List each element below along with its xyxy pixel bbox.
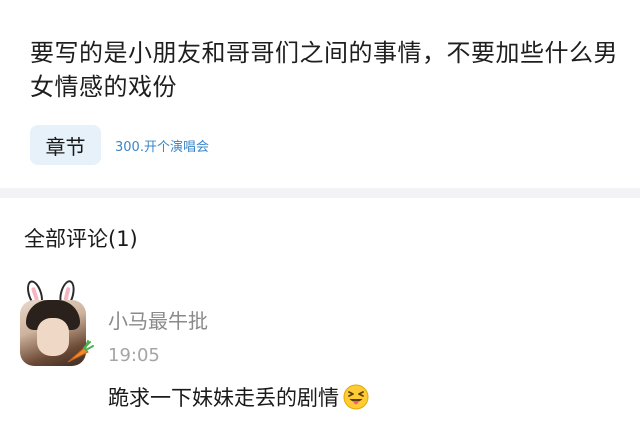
comment-item: 小马最牛批 19:05 跪求一下妹妹走丢的剧情: [0, 270, 640, 430]
chapter-row: 章节 300.开个演唱会: [30, 125, 209, 165]
carrot-icon: [67, 340, 94, 363]
avatar[interactable]: [20, 278, 94, 374]
chapter-link[interactable]: 300.开个演唱会: [115, 136, 209, 155]
comment-text: 跪求一下妹妹走丢的剧情: [108, 386, 339, 410]
comment-username[interactable]: 小马最牛批: [108, 305, 208, 334]
comment-body: 跪求一下妹妹走丢的剧情: [108, 382, 369, 412]
squinting-tongue-emoji-icon: [343, 384, 369, 410]
chapter-badge[interactable]: 章节: [30, 125, 101, 165]
section-divider: [0, 188, 640, 198]
comments-header: 全部评论(1): [24, 227, 138, 251]
post-text: 要写的是小朋友和哥哥们之间的事情，不要加些什么男女情感的戏份: [30, 39, 618, 101]
comment-time: 19:05: [108, 345, 160, 366]
